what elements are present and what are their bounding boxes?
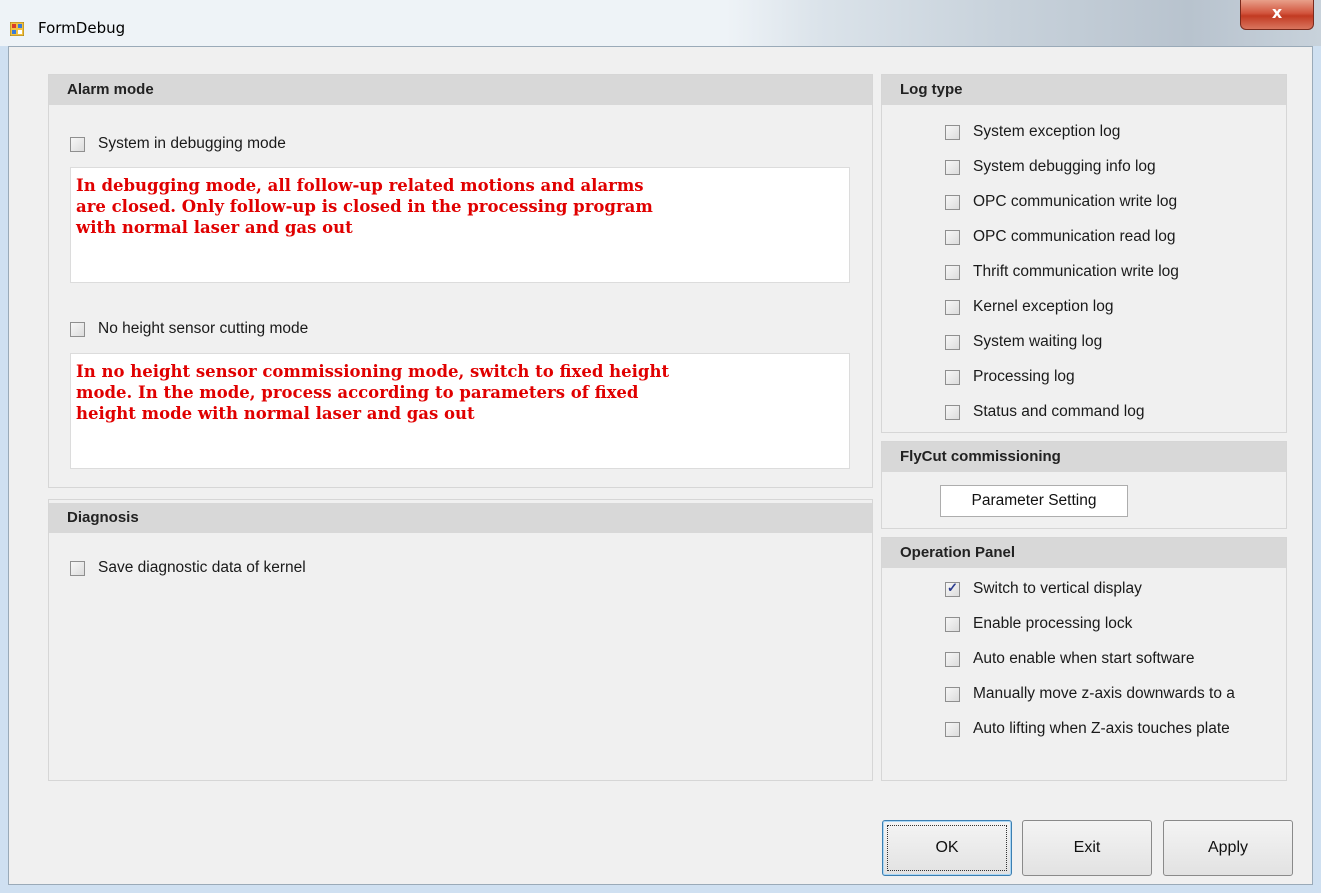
window-title: FormDebug (38, 19, 126, 37)
checkbox-label: Processing log (973, 368, 1075, 385)
log-system-exception-checkbox[interactable]: System exception log (945, 123, 1120, 141)
log-status-command-checkbox[interactable]: Status and command log (945, 403, 1144, 421)
checkbox-box[interactable] (945, 334, 960, 350)
checkbox-box[interactable] (945, 404, 960, 420)
checkbox-label: OPC communication read log (973, 228, 1176, 245)
exit-button-label: Exit (1073, 839, 1101, 856)
vertical-display-checkbox[interactable]: Switch to vertical display (945, 580, 1142, 598)
checkbox-label: Kernel exception log (973, 298, 1114, 315)
log-type-group: Log type System exception log System deb… (881, 74, 1287, 433)
log-type-header: Log type (882, 75, 1286, 105)
checkbox-box[interactable] (70, 136, 85, 152)
auto-enable-checkbox[interactable]: Auto enable when start software (945, 650, 1194, 668)
checkbox-box[interactable] (945, 299, 960, 315)
checkbox-label: Auto lifting when Z-axis touches plate (973, 720, 1230, 737)
operation-panel-header: Operation Panel (882, 538, 1286, 568)
exit-button[interactable]: Exit (1022, 820, 1152, 876)
checkbox-box[interactable] (945, 686, 960, 702)
parameter-setting-button[interactable]: Parameter Setting (940, 485, 1128, 517)
log-processing-checkbox[interactable]: Processing log (945, 368, 1075, 386)
log-kernel-exception-checkbox[interactable]: Kernel exception log (945, 298, 1113, 316)
auto-lifting-checkbox[interactable]: Auto lifting when Z-axis touches plate (945, 720, 1230, 738)
flycut-group: FlyCut commissioning Parameter Setting (881, 441, 1287, 529)
checkbox-box[interactable] (945, 651, 960, 667)
log-thrift-write-checkbox[interactable]: Thrift communication write log (945, 263, 1179, 281)
diagnosis-header: Diagnosis (49, 503, 872, 533)
apply-button[interactable]: Apply (1163, 820, 1293, 876)
checkbox-box[interactable] (945, 229, 960, 245)
debugging-mode-note: In debugging mode, all follow-up related… (70, 167, 850, 283)
processing-lock-checkbox[interactable]: Enable processing lock (945, 615, 1132, 633)
checkbox-box[interactable] (70, 321, 85, 337)
log-system-debugging-checkbox[interactable]: System debugging info log (945, 158, 1156, 176)
client-area: Alarm mode System in debugging mode In d… (8, 46, 1313, 885)
checkbox-label: OPC communication write log (973, 193, 1178, 210)
save-diagnostic-checkbox[interactable]: Save diagnostic data of kernel (70, 559, 306, 577)
close-icon: x (1271, 3, 1283, 22)
focus-rect (887, 825, 1007, 871)
operation-panel-list: Switch to vertical display Enable proces… (882, 568, 1286, 780)
checkbox-label: System exception log (973, 123, 1121, 140)
debugging-mode-checkbox[interactable]: System in debugging mode (70, 135, 286, 153)
checkbox-box[interactable] (945, 124, 960, 140)
checkbox-label: Status and command log (973, 403, 1145, 420)
operation-panel-group: Operation Panel Switch to vertical displ… (881, 537, 1287, 781)
ok-button[interactable]: OK (882, 820, 1012, 876)
alarm-mode-header: Alarm mode (49, 75, 872, 105)
checkbox-box[interactable] (70, 560, 85, 576)
checkbox-label: Switch to vertical display (973, 580, 1142, 597)
checkbox-box[interactable] (945, 264, 960, 280)
manual-z-axis-checkbox[interactable]: Manually move z-axis downwards to a (945, 685, 1235, 703)
log-opc-read-checkbox[interactable]: OPC communication read log (945, 228, 1175, 246)
checkbox-label: System debugging info log (973, 158, 1156, 175)
checkbox-label: System in debugging mode (98, 135, 286, 152)
checkbox-label: Save diagnostic data of kernel (98, 559, 306, 576)
form-debug-window: FormDebug x Alarm mode System in debuggi… (0, 0, 1321, 893)
no-height-sensor-note: In no height sensor commissioning mode, … (70, 353, 850, 469)
alarm-mode-group: Alarm mode System in debugging mode In d… (48, 74, 873, 488)
checkbox-box[interactable] (945, 194, 960, 210)
checkbox-box[interactable] (945, 369, 960, 385)
checkbox-box[interactable] (945, 616, 960, 632)
checkbox-label: Thrift communication write log (973, 263, 1179, 280)
log-system-waiting-checkbox[interactable]: System waiting log (945, 333, 1102, 351)
checkbox-label: No height sensor cutting mode (98, 320, 309, 337)
no-height-sensor-checkbox[interactable]: No height sensor cutting mode (70, 320, 308, 338)
checkbox-label: Manually move z-axis downwards to a (973, 685, 1235, 702)
checkbox-label: Enable processing lock (973, 615, 1133, 632)
apply-button-label: Apply (1207, 839, 1249, 856)
checkbox-box[interactable] (945, 159, 960, 175)
log-opc-write-checkbox[interactable]: OPC communication write log (945, 193, 1177, 211)
checkbox-label: System waiting log (973, 333, 1103, 350)
title-bar[interactable]: FormDebug x (0, 0, 1321, 46)
close-button[interactable]: x (1240, 0, 1314, 30)
checkbox-box[interactable] (945, 721, 960, 737)
flycut-header: FlyCut commissioning (882, 442, 1286, 472)
diagnosis-group: Diagnosis Save diagnostic data of kernel (48, 499, 873, 781)
checkbox-box[interactable] (945, 580, 960, 597)
app-icon (10, 22, 24, 36)
checkbox-label: Auto enable when start software (973, 650, 1195, 667)
